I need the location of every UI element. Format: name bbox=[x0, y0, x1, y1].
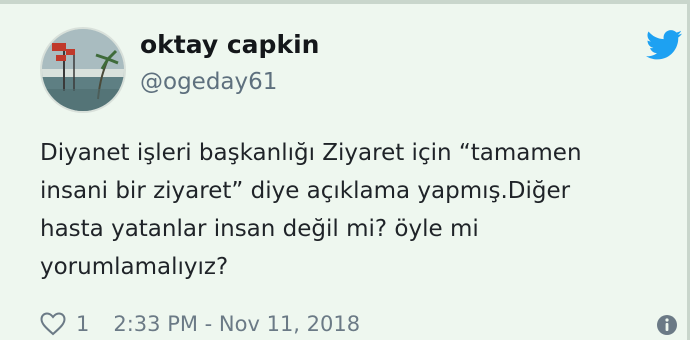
author-handle[interactable]: @ogeday61 bbox=[140, 69, 277, 95]
author-name[interactable]: oktay capkin bbox=[140, 30, 319, 59]
like-count: 1 bbox=[76, 312, 90, 336]
tweet-text-line: yorumlamalıyız? bbox=[40, 254, 229, 280]
avatar-image bbox=[42, 29, 124, 111]
heart-icon[interactable] bbox=[40, 312, 66, 336]
tweet-text: Diyanet işleri başkanlığı Ziyaret için “… bbox=[40, 134, 665, 286]
tweet-text-line: Diyanet işleri başkanlığı Ziyaret için “… bbox=[40, 140, 582, 166]
twitter-bird-icon[interactable] bbox=[646, 30, 682, 60]
tweet-text-line: hasta yatanlar insan değil mi? öyle mi bbox=[40, 216, 479, 242]
tweet-text-line: insani bir ziyaret” diye açıklama yapmış… bbox=[40, 178, 571, 204]
avatar[interactable] bbox=[40, 27, 126, 113]
tweet-footer: 1 2:33 PM - Nov 11, 2018 bbox=[40, 308, 360, 340]
tweet-card: oktay capkin @ogeday61 Diyanet işleri ba… bbox=[0, 0, 690, 340]
top-border bbox=[0, 0, 690, 4]
timestamp[interactable]: 2:33 PM - Nov 11, 2018 bbox=[113, 312, 360, 336]
info-icon[interactable] bbox=[656, 314, 678, 336]
